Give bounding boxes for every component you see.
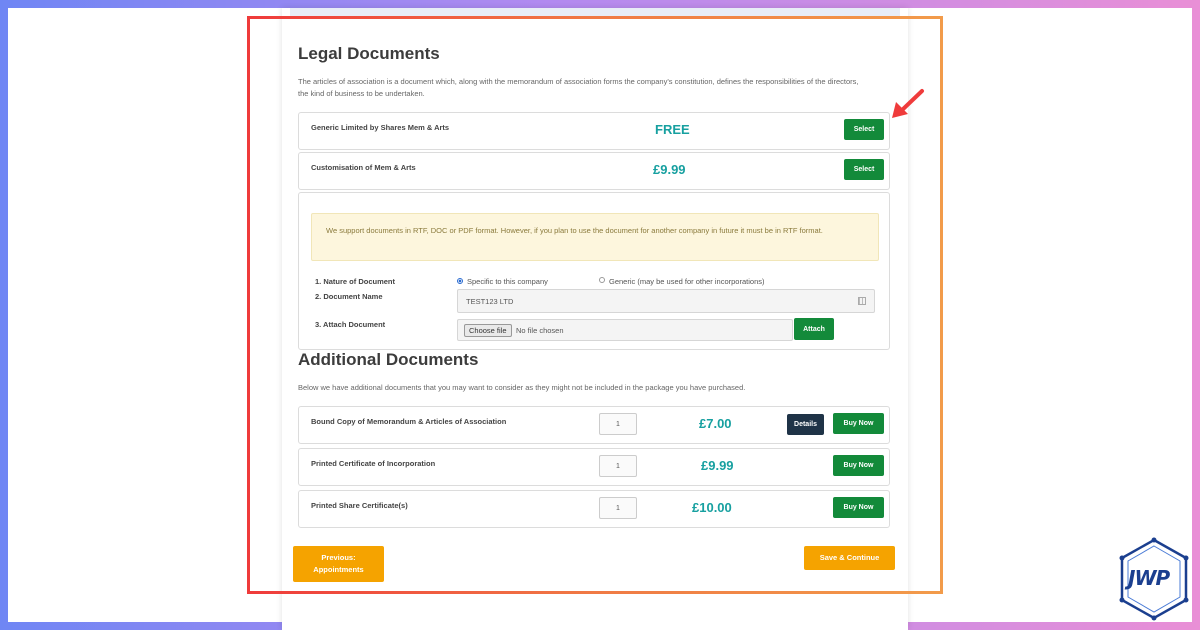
legal-item-price: £9.99	[653, 162, 686, 177]
select-button[interactable]: Select	[844, 159, 884, 180]
file-input[interactable]: Choose file No file chosen	[457, 319, 793, 341]
custom-document-panel: We support documents in RTF, DOC or PDF …	[298, 192, 890, 350]
document-name-label: 2. Document Name	[315, 292, 383, 301]
previous-button-line2: Appointments	[313, 565, 364, 574]
additional-item-label: Bound Copy of Memorandum & Articles of A…	[311, 417, 507, 426]
additional-item-price: £9.99	[701, 458, 734, 473]
additional-item-row: Printed Share Certificate(s) 1 £10.00 Bu…	[298, 490, 890, 528]
additional-item-row: Bound Copy of Memorandum & Articles of A…	[298, 406, 890, 444]
logo-text: JWP	[1128, 566, 1170, 590]
additional-item-row: Printed Certificate of Incorporation 1 £…	[298, 448, 890, 486]
radio-generic-label: Generic (may be used for other incorpora…	[609, 277, 765, 286]
previous-button-line1: Previous:	[321, 553, 356, 562]
document-name-field[interactable]: TEST123 LTD	[457, 289, 875, 313]
document-name-value: TEST123 LTD	[466, 297, 514, 306]
quantity-field[interactable]: 1	[599, 455, 637, 477]
radio-specific[interactable]	[457, 278, 463, 284]
details-button[interactable]: Details	[787, 414, 824, 435]
buy-now-button[interactable]: Buy Now	[833, 455, 884, 476]
additional-documents-title: Additional Documents	[298, 350, 479, 369]
radio-specific-label: Specific to this company	[467, 277, 548, 286]
nature-of-document-label: 1. Nature of Document	[315, 277, 396, 286]
page-top-strip	[290, 8, 900, 18]
legal-item-label: Customisation of Mem & Arts	[311, 163, 416, 172]
attach-document-label: 3. Attach Document	[315, 320, 386, 329]
buy-now-button[interactable]: Buy Now	[833, 497, 884, 518]
quantity-field[interactable]: 1	[599, 413, 637, 435]
save-continue-button[interactable]: Save & Continue	[804, 546, 895, 570]
additional-documents-description: Below we have additional documents that …	[298, 383, 746, 392]
choose-file-button[interactable]: Choose file	[464, 324, 512, 337]
select-button[interactable]: Select	[844, 119, 884, 140]
quantity-field[interactable]: 1	[599, 497, 637, 519]
legal-documents-description: The articles of association is a documen…	[298, 77, 859, 98]
buy-now-button[interactable]: Buy Now	[833, 413, 884, 434]
pointer-arrow-icon	[892, 89, 924, 118]
additional-item-label: Printed Share Certificate(s)	[311, 501, 408, 510]
legal-item-row: Generic Limited by Shares Mem & Arts FRE…	[298, 112, 890, 150]
additional-item-price: £7.00	[699, 416, 732, 431]
legal-documents-title: Legal Documents	[298, 44, 440, 63]
additional-item-price: £10.00	[692, 500, 732, 515]
attach-button[interactable]: Attach	[794, 318, 834, 340]
legal-item-row: Customisation of Mem & Arts £9.99 Select	[298, 152, 890, 190]
legal-item-label: Generic Limited by Shares Mem & Arts	[311, 123, 450, 132]
radio-generic[interactable]	[599, 277, 605, 283]
format-notice: We support documents in RTF, DOC or PDF …	[311, 213, 879, 261]
legal-item-price: FREE	[655, 122, 690, 137]
keypad-icon	[858, 297, 866, 305]
previous-button[interactable]: Previous: Appointments	[293, 546, 384, 582]
additional-item-label: Printed Certificate of Incorporation	[311, 459, 436, 468]
no-file-text: No file chosen	[516, 326, 564, 335]
